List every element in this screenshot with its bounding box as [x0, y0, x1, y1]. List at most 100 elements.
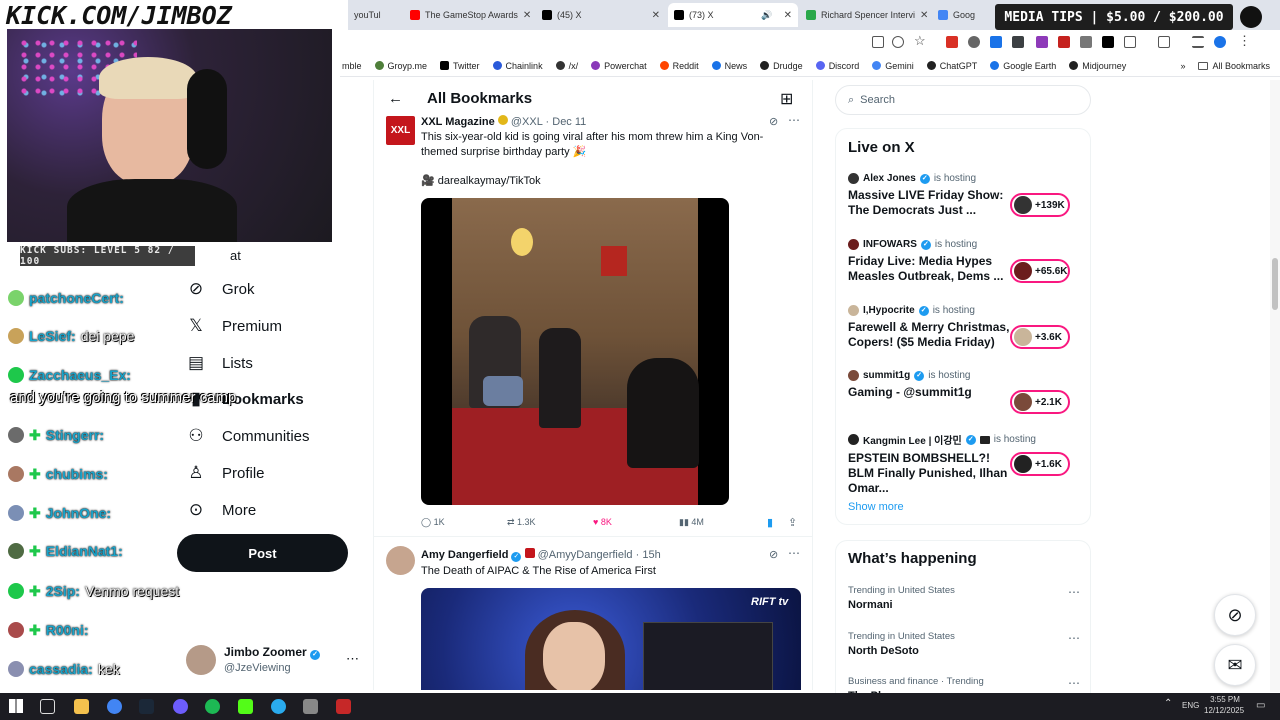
- more-options-icon[interactable]: ⋯: [1068, 585, 1080, 599]
- bookmark-item[interactable]: News: [711, 61, 747, 71]
- extension-icon[interactable]: [1058, 36, 1070, 48]
- scrollbar-thumb[interactable]: [1272, 258, 1278, 310]
- extension-icon[interactable]: [1080, 36, 1092, 48]
- file-explorer-icon[interactable]: [74, 699, 89, 714]
- kick-icon[interactable]: [238, 699, 253, 714]
- obs-icon[interactable]: [173, 699, 188, 714]
- grok-icon[interactable]: ⊘: [769, 115, 778, 128]
- bookmark-item[interactable]: ChatGPT: [926, 61, 977, 71]
- extensions-puzzle-icon[interactable]: [1124, 36, 1136, 48]
- telegram-icon[interactable]: [271, 699, 286, 714]
- live-item[interactable]: Alex Jones ✓ is hosting Massive LIVE Frida…: [848, 173, 1080, 231]
- account-avatar[interactable]: [1214, 36, 1226, 48]
- tweet[interactable]: Amy Dangerfield ✓ @AmyyDangerfield · 15h…: [374, 537, 812, 690]
- star-icon[interactable]: ☆: [914, 33, 926, 49]
- extension-icon[interactable]: [990, 36, 1002, 48]
- more-options-icon[interactable]: ⋯: [1068, 631, 1080, 645]
- bookmark-item[interactable]: Gemini: [872, 61, 914, 71]
- windows-start-icon[interactable]: [9, 699, 23, 713]
- kebab-menu-icon[interactable]: ⋮: [1238, 33, 1251, 49]
- clock-time[interactable]: 3:55 PM: [1210, 695, 1240, 704]
- bookmark-item[interactable]: Chainlink: [492, 61, 543, 71]
- x-logo-icon[interactable]: [1102, 36, 1114, 48]
- browser-tab[interactable]: Goog: [932, 3, 992, 27]
- tweet-author-handle[interactable]: @AmyyDangerfield: [538, 549, 633, 561]
- extension-icon[interactable]: [968, 36, 980, 48]
- menu-icon[interactable]: [1192, 36, 1204, 48]
- add-bookmark-folder-icon[interactable]: ⊞: [780, 89, 793, 109]
- grok-floating-button[interactable]: ⊘: [1214, 594, 1256, 636]
- close-tab-icon[interactable]: ✕: [920, 10, 928, 21]
- bookmark-item[interactable]: Groyp.me: [374, 61, 427, 71]
- live-listener-pill[interactable]: +3.6K: [1010, 325, 1070, 349]
- tweet-author-handle[interactable]: @XXL: [511, 116, 543, 128]
- close-tab-icon[interactable]: ✕: [523, 10, 531, 21]
- sidebar-icon[interactable]: [1158, 36, 1170, 48]
- views-button[interactable]: ▮▮ 4M: [679, 517, 704, 528]
- zoom-icon[interactable]: [892, 36, 904, 48]
- bookmark-active-icon[interactable]: ▮: [767, 516, 773, 529]
- bookmark-item[interactable]: Powerchat: [591, 61, 647, 71]
- extension-icon[interactable]: [946, 36, 958, 48]
- share-icon[interactable]: ⇪: [788, 516, 797, 529]
- grok-icon[interactable]: ⊘: [769, 548, 778, 561]
- live-item[interactable]: INFOWARS ✓ is hosting Friday Live: Media H…: [848, 239, 1080, 297]
- spotify-icon[interactable]: [205, 699, 220, 714]
- live-listener-pill[interactable]: +65.6K: [1010, 259, 1070, 283]
- bookmark-item[interactable]: Twitter: [440, 61, 480, 71]
- bookmark-item[interactable]: Drudge: [760, 61, 803, 71]
- chrome-icon[interactable]: [107, 699, 122, 714]
- more-bookmarks-icon[interactable]: »: [1180, 61, 1185, 71]
- bookmark-item[interactable]: Midjourney: [1069, 61, 1126, 71]
- browser-tab-active[interactable]: (73) X 🔊 ✕: [668, 3, 798, 27]
- language-indicator[interactable]: ENG: [1182, 701, 1199, 710]
- tray-expand-icon[interactable]: ⌃: [1164, 698, 1172, 709]
- clock-date[interactable]: 12/12/2025: [1204, 706, 1244, 715]
- more-options-icon[interactable]: ⋯: [1068, 676, 1080, 690]
- tweet-author-name[interactable]: XXL Magazine: [421, 116, 495, 128]
- steam-icon[interactable]: [139, 699, 154, 714]
- cast-icon[interactable]: [872, 36, 884, 48]
- tweet-author-name[interactable]: Amy Dangerfield: [421, 549, 508, 561]
- all-bookmarks-folder[interactable]: All Bookmarks: [1198, 61, 1270, 71]
- browser-tab[interactable]: (45) X ✕: [536, 3, 666, 27]
- browser-tab[interactable]: Richard Spencer Intervi ✕: [800, 3, 930, 27]
- search-input[interactable]: ⌕ Search: [835, 85, 1091, 115]
- extension-icon[interactable]: [1036, 36, 1048, 48]
- browser-tab[interactable]: The GameStop Awards ✕: [404, 3, 534, 27]
- bookmark-item[interactable]: Google Earth: [990, 61, 1056, 71]
- show-more-link[interactable]: Show more: [848, 501, 904, 513]
- app-icon[interactable]: [336, 699, 351, 714]
- close-tab-icon[interactable]: ✕: [784, 10, 792, 21]
- browser-tab[interactable]: youTul: [348, 3, 404, 27]
- bookmark-item[interactable]: Discord: [815, 61, 859, 71]
- trend-item[interactable]: Trending in United States North DeSoto ⋯: [848, 631, 1080, 657]
- live-item[interactable]: summit1g ✓ is hosting Gaming - @summit1g +…: [848, 370, 1080, 426]
- back-arrow-icon[interactable]: ←: [388, 90, 403, 107]
- more-options-icon[interactable]: ⋯: [788, 546, 800, 560]
- trend-item[interactable]: Trending in United States Normani ⋯: [848, 585, 1080, 611]
- more-options-icon[interactable]: ⋯: [788, 113, 800, 127]
- notification-icon[interactable]: ▭: [1256, 700, 1265, 711]
- live-listener-pill[interactable]: +2.1K: [1010, 390, 1070, 414]
- extension-icon[interactable]: [1012, 36, 1024, 48]
- speaker-icon[interactable]: 🔊: [761, 10, 772, 21]
- close-tab-icon[interactable]: ✕: [652, 10, 660, 21]
- live-item[interactable]: Kangmin Lee | 이강민 ✓ is hosting EPSTEIN BOM…: [848, 432, 1080, 495]
- tweet-video[interactable]: RIFT tv: [421, 588, 801, 690]
- live-listener-pill[interactable]: +139K: [1010, 193, 1070, 217]
- tweet-date[interactable]: 15h: [642, 549, 660, 561]
- live-item[interactable]: I,Hypocrite ✓ is hosting Farewell & Merry …: [848, 305, 1080, 363]
- page-scrollbar[interactable]: [1270, 80, 1280, 692]
- task-view-icon[interactable]: [40, 699, 55, 714]
- bookmark-item[interactable]: /x/: [555, 61, 578, 71]
- live-listener-pill[interactable]: +1.6K: [1010, 452, 1070, 476]
- reply-button[interactable]: ◯ 1K: [421, 517, 445, 528]
- tweet-avatar-xxl[interactable]: XXL: [386, 116, 415, 145]
- tweet-avatar[interactable]: [386, 546, 415, 575]
- bookmark-item[interactable]: mble: [342, 61, 362, 71]
- tweet-date[interactable]: Dec 11: [552, 116, 586, 128]
- tweet[interactable]: XXL XXL Magazine @XXL · Dec 11 ⊘ ⋯ This …: [374, 112, 812, 537]
- app-icon[interactable]: [303, 699, 318, 714]
- more-options-icon[interactable]: ⋯: [346, 651, 359, 667]
